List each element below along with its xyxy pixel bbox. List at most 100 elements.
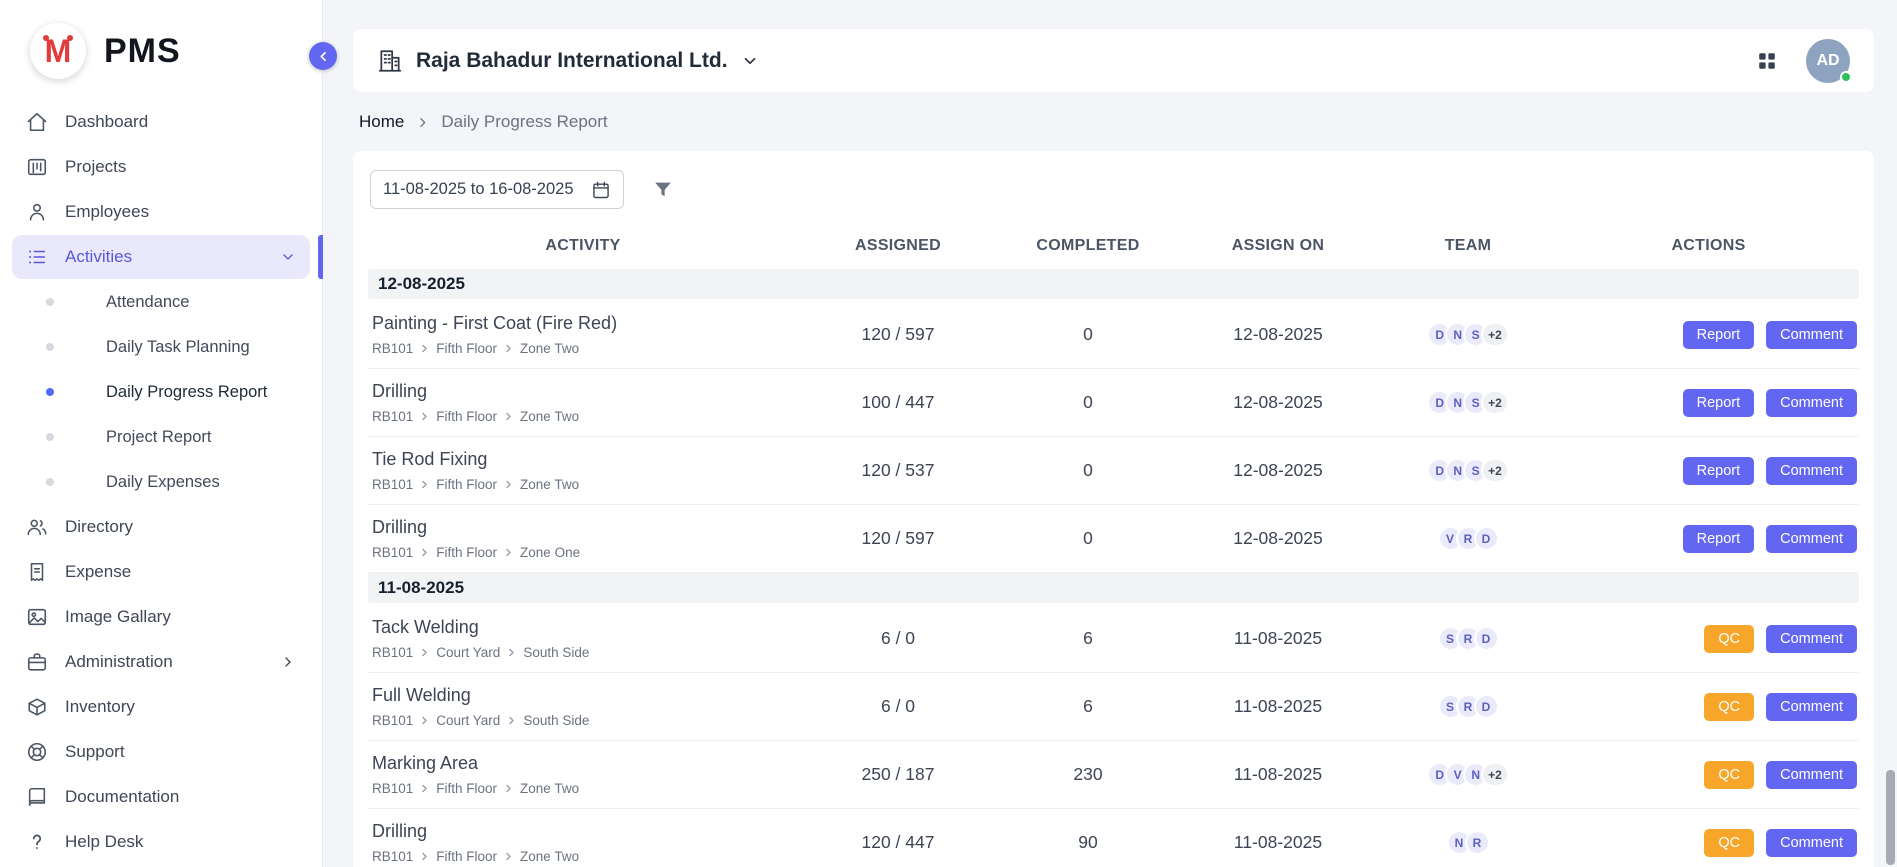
activity-title[interactable]: Drilling [372,517,798,538]
comment-button[interactable]: Comment [1766,693,1857,721]
sidebar-item-employees[interactable]: Employees [12,190,310,234]
actions-cell: Report Comment [1558,321,1859,349]
actions-cell: QC Comment [1558,761,1859,789]
chevron-right-icon [420,548,429,557]
report-button[interactable]: Report [1683,321,1755,349]
team-avatar-more[interactable]: +2 [1481,390,1509,415]
report-button[interactable]: Report [1683,457,1755,485]
team-avatar[interactable]: D [1474,694,1499,719]
chevron-down-icon [741,52,759,70]
filter-funnel-icon[interactable] [652,179,674,201]
qc-button[interactable]: QC [1704,625,1754,653]
path-project: RB101 [372,781,413,796]
activity-cell: Drilling RB101 Fifth Floor Zone Two [368,821,798,864]
activity-path: RB101 Fifth Floor Zone One [372,545,798,560]
team-avatar-more[interactable]: +2 [1481,458,1509,483]
assigned-value: 6 / 0 [798,696,998,717]
date-range-input[interactable]: 11-08-2025 to 16-08-2025 [370,170,624,209]
team-avatar[interactable]: D [1474,626,1499,651]
team-avatar-more[interactable]: +2 [1481,762,1509,787]
sidebar-subitem-label: Project Report [106,428,211,447]
sidebar-item-activities[interactable]: Activities [12,235,310,279]
comment-button[interactable]: Comment [1766,457,1857,485]
team-avatar-more[interactable]: +2 [1481,322,1509,347]
vertical-scrollbar-thumb[interactable] [1886,770,1895,865]
path-project: RB101 [372,713,413,728]
comment-button[interactable]: Comment [1766,829,1857,857]
sidebar-item-directory[interactable]: Directory [12,505,310,549]
team-avatars: D N S +2 [1378,458,1558,483]
path-zone: Zone Two [520,477,579,492]
path-project: RB101 [372,645,413,660]
comment-button[interactable]: Comment [1766,525,1857,553]
comment-button[interactable]: Comment [1766,389,1857,417]
qc-button[interactable]: QC [1704,693,1754,721]
sidebar-item-administration[interactable]: Administration [12,640,310,684]
sidebar-item-expense[interactable]: Expense [12,550,310,594]
assign-on-value: 12-08-2025 [1178,460,1378,481]
activity-title[interactable]: Tie Rod Fixing [372,449,798,470]
book-icon [26,786,48,808]
sidebar-nav: Dashboard Projects Employees Activities [0,100,322,864]
sidebar-item-inventory[interactable]: Inventory [12,685,310,729]
report-button[interactable]: Report [1683,389,1755,417]
sidebar-subitem-label: Daily Task Planning [106,338,250,357]
avatar-initials: AD [1816,52,1839,70]
team-avatar[interactable]: R [1465,830,1490,855]
calendar-icon[interactable] [591,180,611,200]
qc-button[interactable]: QC [1704,829,1754,857]
path-floor: Court Yard [436,713,500,728]
sidebar-subitem-daily-progress-report[interactable]: Daily Progress Report [12,370,310,414]
chevron-right-icon [504,344,513,353]
qc-button[interactable]: QC [1704,761,1754,789]
comment-button[interactable]: Comment [1766,625,1857,653]
sidebar-item-support[interactable]: Support [12,730,310,774]
image-icon [26,606,48,628]
company-selector[interactable]: Raja Bahadur International Ltd. [377,48,759,74]
chevron-right-icon [420,852,429,861]
comment-button[interactable]: Comment [1766,321,1857,349]
sidebar-subitem-attendance[interactable]: Attendance [12,280,310,324]
sidebar-item-label: Directory [65,517,133,537]
activity-title[interactable]: Tack Welding [372,617,798,638]
sidebar-subitem-label: Attendance [106,293,189,312]
sidebar-item-projects[interactable]: Projects [12,145,310,189]
activity-title[interactable]: Drilling [372,381,798,402]
user-avatar[interactable]: AD [1806,39,1850,83]
header-actions: AD [1756,39,1850,83]
activity-title[interactable]: Full Welding [372,685,798,706]
assign-on-value: 12-08-2025 [1178,392,1378,413]
activity-title[interactable]: Drilling [372,821,798,842]
sidebar: M PMS Dashboard Projects Employees [0,0,323,867]
team-avatar[interactable]: D [1474,526,1499,551]
sidebar-item-label: Administration [65,652,173,672]
sidebar-subitem-project-report[interactable]: Project Report [12,415,310,459]
comment-button[interactable]: Comment [1766,761,1857,789]
report-button[interactable]: Report [1683,525,1755,553]
actions-cell: Report Comment [1558,457,1859,485]
path-floor: Court Yard [436,645,500,660]
activity-title[interactable]: Marking Area [372,753,798,774]
table-row: Full Welding RB101 Court Yard South Side… [368,673,1859,741]
sidebar-subitem-daily-expenses[interactable]: Daily Expenses [12,460,310,504]
logo-dot [67,35,73,41]
sidebar-item-documentation[interactable]: Documentation [12,775,310,819]
breadcrumb-home-link[interactable]: Home [359,112,404,132]
activity-cell: Drilling RB101 Fifth Floor Zone One [368,517,798,560]
sidebar-subitem-daily-task-planning[interactable]: Daily Task Planning [12,325,310,369]
activity-title[interactable]: Painting - First Coat (Fire Red) [372,313,798,334]
assigned-value: 120 / 537 [798,460,998,481]
chevron-down-icon [280,249,296,265]
team-avatars: D N S +2 [1378,322,1558,347]
sidebar-item-help-desk[interactable]: Help Desk [12,820,310,864]
sidebar-item-image-gallary[interactable]: Image Gallary [12,595,310,639]
activity-cell: Tack Welding RB101 Court Yard South Side [368,617,798,660]
box-icon [26,696,48,718]
sidebar-collapse-button[interactable] [309,42,337,70]
completed-value: 0 [998,460,1178,481]
sidebar-item-dashboard[interactable]: Dashboard [12,100,310,144]
team-avatars: N R [1378,830,1558,855]
activity-path: RB101 Fifth Floor Zone Two [372,341,798,356]
chevron-right-icon [420,784,429,793]
apps-grid-icon[interactable] [1756,50,1778,72]
